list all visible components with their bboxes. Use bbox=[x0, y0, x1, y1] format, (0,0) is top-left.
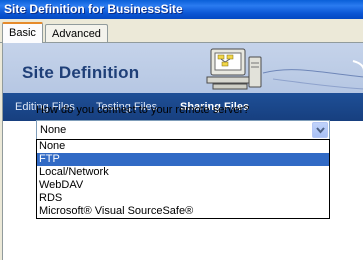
option-rds[interactable]: RDS bbox=[37, 192, 329, 205]
connection-select-value: None bbox=[40, 124, 67, 136]
wizard-banner: Site Definition bbox=[3, 43, 363, 93]
window-titlebar[interactable]: Site Definition for BusinessSite bbox=[0, 0, 363, 19]
option-ftp[interactable]: FTP bbox=[37, 153, 329, 166]
tab-basic[interactable]: Basic bbox=[2, 22, 43, 43]
chevron-down-icon[interactable] bbox=[312, 122, 328, 138]
tab-basic-label: Basic bbox=[9, 27, 36, 39]
window-title: Site Definition for BusinessSite bbox=[4, 2, 183, 16]
option-visual-sourcesafe[interactable]: Microsoft® Visual SourceSafe® bbox=[37, 205, 329, 218]
banner-title: Site Definition bbox=[22, 63, 140, 82]
tab-strip: Basic Advanced bbox=[0, 19, 363, 43]
connection-select[interactable]: None bbox=[36, 120, 330, 140]
option-local-network[interactable]: Local/Network bbox=[37, 166, 329, 179]
tab-advanced-label: Advanced bbox=[52, 28, 101, 40]
computer-network-icon bbox=[206, 48, 363, 90]
option-webdav[interactable]: WebDAV bbox=[37, 179, 329, 192]
connection-question: How do you connect to your remote server… bbox=[36, 104, 250, 116]
connection-dropdown-list: None FTP Local/Network WebDAV RDS Micros… bbox=[36, 139, 330, 219]
tab-advanced[interactable]: Advanced bbox=[45, 24, 108, 43]
option-none[interactable]: None bbox=[37, 140, 329, 153]
